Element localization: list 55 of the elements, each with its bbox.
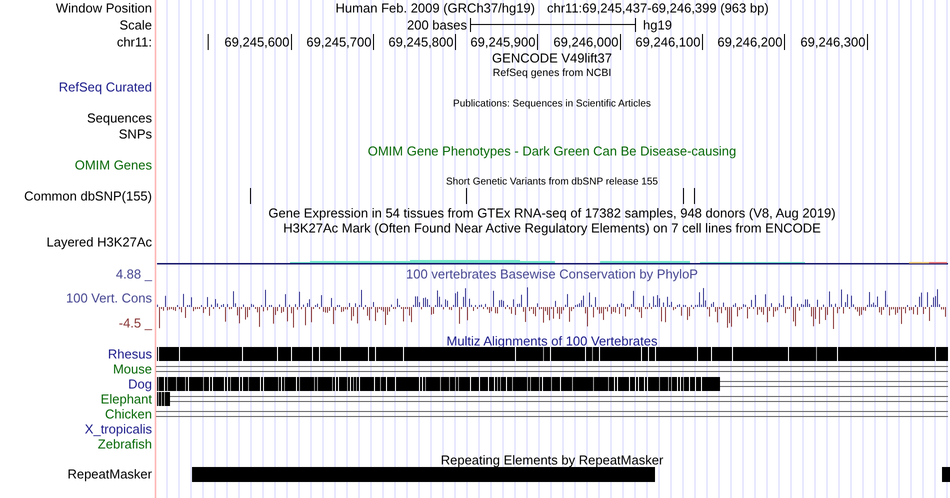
track-title: Publications: Sequences in Scientific Articles [453,98,651,110]
track-title: OMIM Gene Phenotypes - Dark Green Can Be Disease-causing [368,144,736,158]
track-label[interactable]: Layered H3K27Ac [46,234,152,250]
ruler-label: 69,245,800 [388,34,454,50]
variant-tick[interactable] [250,188,251,204]
track-label[interactable]: Sequences [86,110,152,126]
position-text: chr11:69,245,437-69,246,399 (963 bp) [547,0,769,16]
variant-tick[interactable] [683,188,684,204]
track-title: Gene Expression in 54 tissues from GTEx RNA-seq of 17382 samples, 948 donors (V8, Aug 2019) [268,206,836,220]
track-title: H3K27Ac Mark (Often Found Near Active Regulatory Elements) on 7 cell lines from ENCODE [283,220,821,236]
ruler-label: 69,246,100 [635,34,700,50]
track-title: Short Genetic Variants from dbSNP release 155 [446,176,658,188]
variant-tick[interactable] [694,188,695,204]
ruler-tick [455,34,456,50]
species-label[interactable]: Rhesus [108,346,152,362]
variant-tick[interactable] [466,188,467,204]
ruler-tick [702,34,703,50]
ruler-tick [867,34,868,50]
track-label[interactable]: RefSeq Curated [58,80,152,94]
assembly-text: Human Feb. 2009 (GRCh37/hg19) [336,0,535,16]
track-label[interactable]: OMIM Genes [74,158,152,172]
species-label[interactable]: Zebrafish [98,436,152,452]
species-label[interactable]: Dog [128,376,152,392]
track-title: RefSeq genes from NCBI [492,67,612,79]
ruler-label: 69,246,300 [800,34,866,50]
scale-db-text: hg19 [643,18,672,32]
ruler-label: 69,246,000 [553,34,618,50]
track-title: Repeating Elements by RepeatMasker [440,452,664,468]
scale-text: 200 bases [407,18,467,32]
ruler-tick [537,34,538,50]
track-label[interactable]: 100 Vert. Cons [66,290,152,306]
ruler-tick [291,34,292,50]
ruler-label: 69,245,900 [470,34,536,50]
track-label[interactable]: SNPs [118,126,152,142]
ruler-tick [784,34,785,50]
species-label[interactable]: Elephant [100,392,152,406]
row-label: Window Position [56,0,152,16]
track-title: Multiz Alignments of 100 Vertebrates [446,334,658,348]
ruler-label: 69,245,700 [306,34,372,50]
ruler-tick [373,34,374,50]
species-label[interactable]: Mouse [112,362,152,376]
track-label[interactable]: Common dbSNP(155) [24,188,152,204]
track-title: GENCODE V49lift37 [492,50,612,66]
species-label[interactable]: X_tropicalis [84,422,152,436]
ruler-tick [208,34,209,50]
row-label: Scale [119,18,152,32]
species-label[interactable]: Chicken [105,406,152,422]
ruler-label: 69,246,200 [717,34,782,50]
ruler-label: 69,245,600 [224,34,290,50]
axis-label: 4.88 _ [116,266,152,282]
axis-label: -4.5 _ [118,316,152,330]
row-label: chr11: [116,34,152,50]
ruler-tick [620,34,621,50]
track-title: 100 vertebrates Basewise Conservation by PhyloP [406,266,698,282]
track-label[interactable]: RepeatMasker [67,466,152,482]
